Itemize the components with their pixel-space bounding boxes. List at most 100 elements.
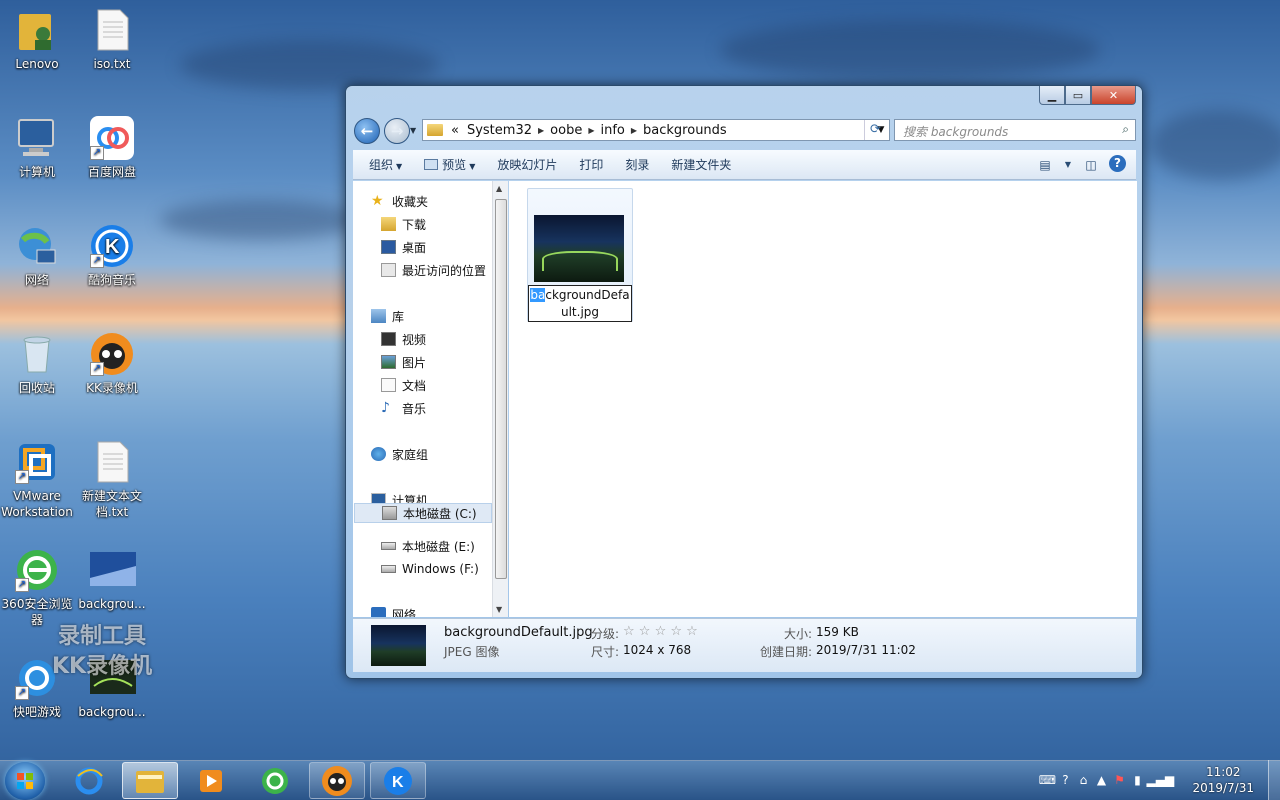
nav-favorites[interactable]: ★ 收藏夹 bbox=[371, 191, 428, 211]
wallpaper-cloud bbox=[180, 40, 440, 90]
chevron-right-icon[interactable]: ▶ bbox=[588, 126, 594, 135]
size-label: 大小: bbox=[784, 627, 813, 641]
minimize-button[interactable]: ▁ bbox=[1039, 86, 1065, 105]
action-center-icon[interactable]: ⚑ bbox=[1110, 773, 1128, 787]
desktop-icon-kk-recorder[interactable]: ↗ KK录像机 bbox=[72, 332, 152, 396]
nav-label: 最近访问的位置 bbox=[402, 263, 487, 278]
back-button[interactable]: ← bbox=[354, 118, 380, 144]
details-filetype: JPEG 图像 bbox=[444, 645, 500, 659]
file-list[interactable]: backgroundDefa ult.jpg bbox=[509, 181, 1137, 617]
desktop-icon-360-browser[interactable]: ↗ 360安全浏览器 bbox=[0, 548, 77, 628]
desktop-icon-label: backgrou... bbox=[78, 597, 146, 611]
address-bar[interactable]: « System32 ▶ oobe ▶ info ▶ backgrounds ▼ bbox=[422, 119, 890, 141]
nav-desktop[interactable]: 桌面 bbox=[381, 237, 426, 257]
preview-button[interactable]: 预览 ▼ bbox=[418, 156, 481, 173]
burn-button[interactable]: 刻录 bbox=[619, 156, 655, 173]
forward-button[interactable]: → bbox=[384, 118, 410, 144]
desktop-icon-vmware[interactable]: ↗ VMware Workstation bbox=[0, 440, 77, 520]
nav-drive-f[interactable]: Windows (F:) bbox=[381, 559, 479, 579]
language-icon[interactable]: ⌂ bbox=[1074, 773, 1092, 787]
taskbar-kugou[interactable]: K bbox=[370, 762, 426, 799]
created-value: 2019/7/31 11:02 bbox=[816, 643, 916, 657]
search-input[interactable]: 搜索 backgrounds ⌕ bbox=[894, 119, 1136, 141]
nav-documents[interactable]: 文档 bbox=[381, 375, 426, 395]
taskbar-360-browser[interactable] bbox=[247, 762, 303, 799]
chevron-right-icon[interactable]: ▶ bbox=[631, 126, 637, 135]
scroll-up-icon[interactable]: ▲ bbox=[496, 184, 502, 193]
desktop-icon-iso-txt[interactable]: iso.txt bbox=[72, 8, 152, 72]
view-options-icon[interactable]: ▤ bbox=[1035, 155, 1055, 175]
slideshow-button[interactable]: 放映幻灯片 bbox=[491, 156, 563, 173]
taskbar-media-player[interactable] bbox=[183, 762, 239, 799]
desktop-icon-kugou[interactable]: K ↗ 酷狗音乐 bbox=[72, 224, 152, 288]
preview-pane-icon[interactable]: ◫ bbox=[1081, 155, 1101, 175]
breadcrumb-backgrounds[interactable]: backgrounds bbox=[643, 123, 727, 138]
help-icon[interactable]: ? bbox=[1109, 155, 1126, 172]
nav-homegroup[interactable]: 家庭组 bbox=[371, 444, 428, 464]
rating-stars[interactable]: ☆ ☆ ☆ ☆ ☆ bbox=[623, 624, 698, 639]
kugou-music-icon: K bbox=[384, 766, 412, 795]
nav-libraries[interactable]: 库 bbox=[371, 306, 404, 326]
breadcrumb-oobe[interactable]: oobe bbox=[550, 123, 582, 138]
organize-button[interactable]: 组织 ▼ bbox=[363, 156, 408, 173]
volume-icon[interactable]: 🔈︎ bbox=[1164, 773, 1182, 788]
breadcrumb-overflow[interactable]: « bbox=[451, 123, 459, 138]
organize-label: 组织 bbox=[369, 158, 394, 172]
keyboard-icon[interactable]: ⌨ bbox=[1038, 773, 1056, 787]
signal-icon[interactable]: ▂▄▆ bbox=[1146, 773, 1174, 787]
desktop-icon-new-text-doc[interactable]: 新建文本文档.txt bbox=[72, 440, 152, 520]
nav-pane-scrollbar[interactable]: ▲ ▼ bbox=[492, 181, 508, 617]
desktop-icon-network[interactable]: 网络 bbox=[0, 224, 77, 288]
nav-drive-c[interactable]: 本地磁盘 (C:) bbox=[354, 503, 492, 523]
breadcrumb-info[interactable]: info bbox=[600, 123, 624, 138]
taskbar-ie[interactable] bbox=[61, 762, 117, 799]
file-item-background-default[interactable]: backgroundDefa ult.jpg bbox=[527, 188, 633, 322]
chevron-right-icon[interactable]: ▶ bbox=[538, 126, 544, 135]
back-arrow-icon: ← bbox=[360, 122, 374, 140]
search-icon[interactable]: ⌕ bbox=[1122, 122, 1129, 137]
taskbar-kk-recorder[interactable] bbox=[309, 762, 365, 799]
navigation-pane: ★ 收藏夹 下载 桌面 最近访问的位置 库 视频 图片 文档 ♪ 音乐 家庭组 计算… bbox=[353, 181, 498, 617]
breadcrumb-system32[interactable]: System32 bbox=[467, 123, 532, 138]
recent-pages-dropdown[interactable]: ▼ bbox=[410, 126, 416, 135]
nav-network[interactable]: 网络 bbox=[371, 604, 416, 617]
clock[interactable]: 11:02 2019/7/31 bbox=[1192, 764, 1254, 796]
desktop-icon-label: Lenovo bbox=[15, 57, 59, 71]
close-button[interactable]: ✕ bbox=[1091, 86, 1136, 105]
chevron-down-icon[interactable]: ▼ bbox=[1063, 155, 1073, 175]
start-button[interactable] bbox=[5, 762, 45, 800]
text-file-icon bbox=[90, 8, 134, 52]
nav-drive-e[interactable]: 本地磁盘 (E:) bbox=[381, 536, 475, 556]
desktop-icon-lenovo[interactable]: Lenovo bbox=[0, 8, 77, 72]
size-value: 159 KB bbox=[816, 625, 859, 639]
desktop-icon-label: 新建文本文档.txt bbox=[81, 489, 142, 519]
usb-device-icon[interactable]: ▮ bbox=[1128, 773, 1146, 787]
nav-recent-places[interactable]: 最近访问的位置 bbox=[381, 260, 486, 280]
shortcut-arrow-icon: ↗ bbox=[15, 686, 29, 700]
scroll-down-icon[interactable]: ▼ bbox=[496, 605, 502, 614]
nav-downloads[interactable]: 下载 bbox=[381, 214, 426, 234]
system-drive-icon bbox=[382, 506, 397, 520]
system-tray: ⌨ ? ⌂ ▲ ⚑ ▮ ▂▄▆ 🔈︎ 11:02 2019/7/31 bbox=[1038, 760, 1280, 800]
help-tray-icon[interactable]: ? bbox=[1056, 773, 1074, 787]
rename-input[interactable]: backgroundDefa ult.jpg bbox=[528, 285, 632, 322]
desktop-icon-label: 百度网盘 bbox=[87, 165, 136, 179]
new-folder-button[interactable]: 新建文件夹 bbox=[665, 156, 737, 173]
maximize-button[interactable]: ▭ bbox=[1065, 86, 1091, 105]
taskbar-explorer[interactable] bbox=[122, 762, 178, 799]
print-button[interactable]: 打印 bbox=[573, 156, 609, 173]
desktop-icon-recycle-bin[interactable]: 回收站 bbox=[0, 332, 77, 396]
explorer-window[interactable]: ▁ ▭ ✕ ← → ▼ « System32 ▶ oobe ▶ info ▶ b… bbox=[345, 85, 1143, 679]
desktop-icon-baidu-netdisk[interactable]: ↗ 百度网盘 bbox=[72, 116, 152, 180]
show-desktop-button[interactable] bbox=[1268, 760, 1280, 800]
details-thumbnail bbox=[371, 625, 426, 666]
folder-icon bbox=[136, 770, 164, 793]
refresh-button[interactable]: ⟳ bbox=[864, 120, 886, 140]
scrollbar-thumb[interactable] bbox=[495, 199, 507, 579]
nav-music[interactable]: ♪ 音乐 bbox=[381, 398, 426, 418]
desktop-icon-background-image[interactable]: backgrou... bbox=[72, 548, 152, 612]
desktop-icon-computer[interactable]: 计算机 bbox=[0, 116, 77, 180]
nav-videos[interactable]: 视频 bbox=[381, 329, 426, 349]
nav-pictures[interactable]: 图片 bbox=[381, 352, 426, 372]
show-hidden-icons-icon[interactable]: ▲ bbox=[1092, 773, 1110, 787]
